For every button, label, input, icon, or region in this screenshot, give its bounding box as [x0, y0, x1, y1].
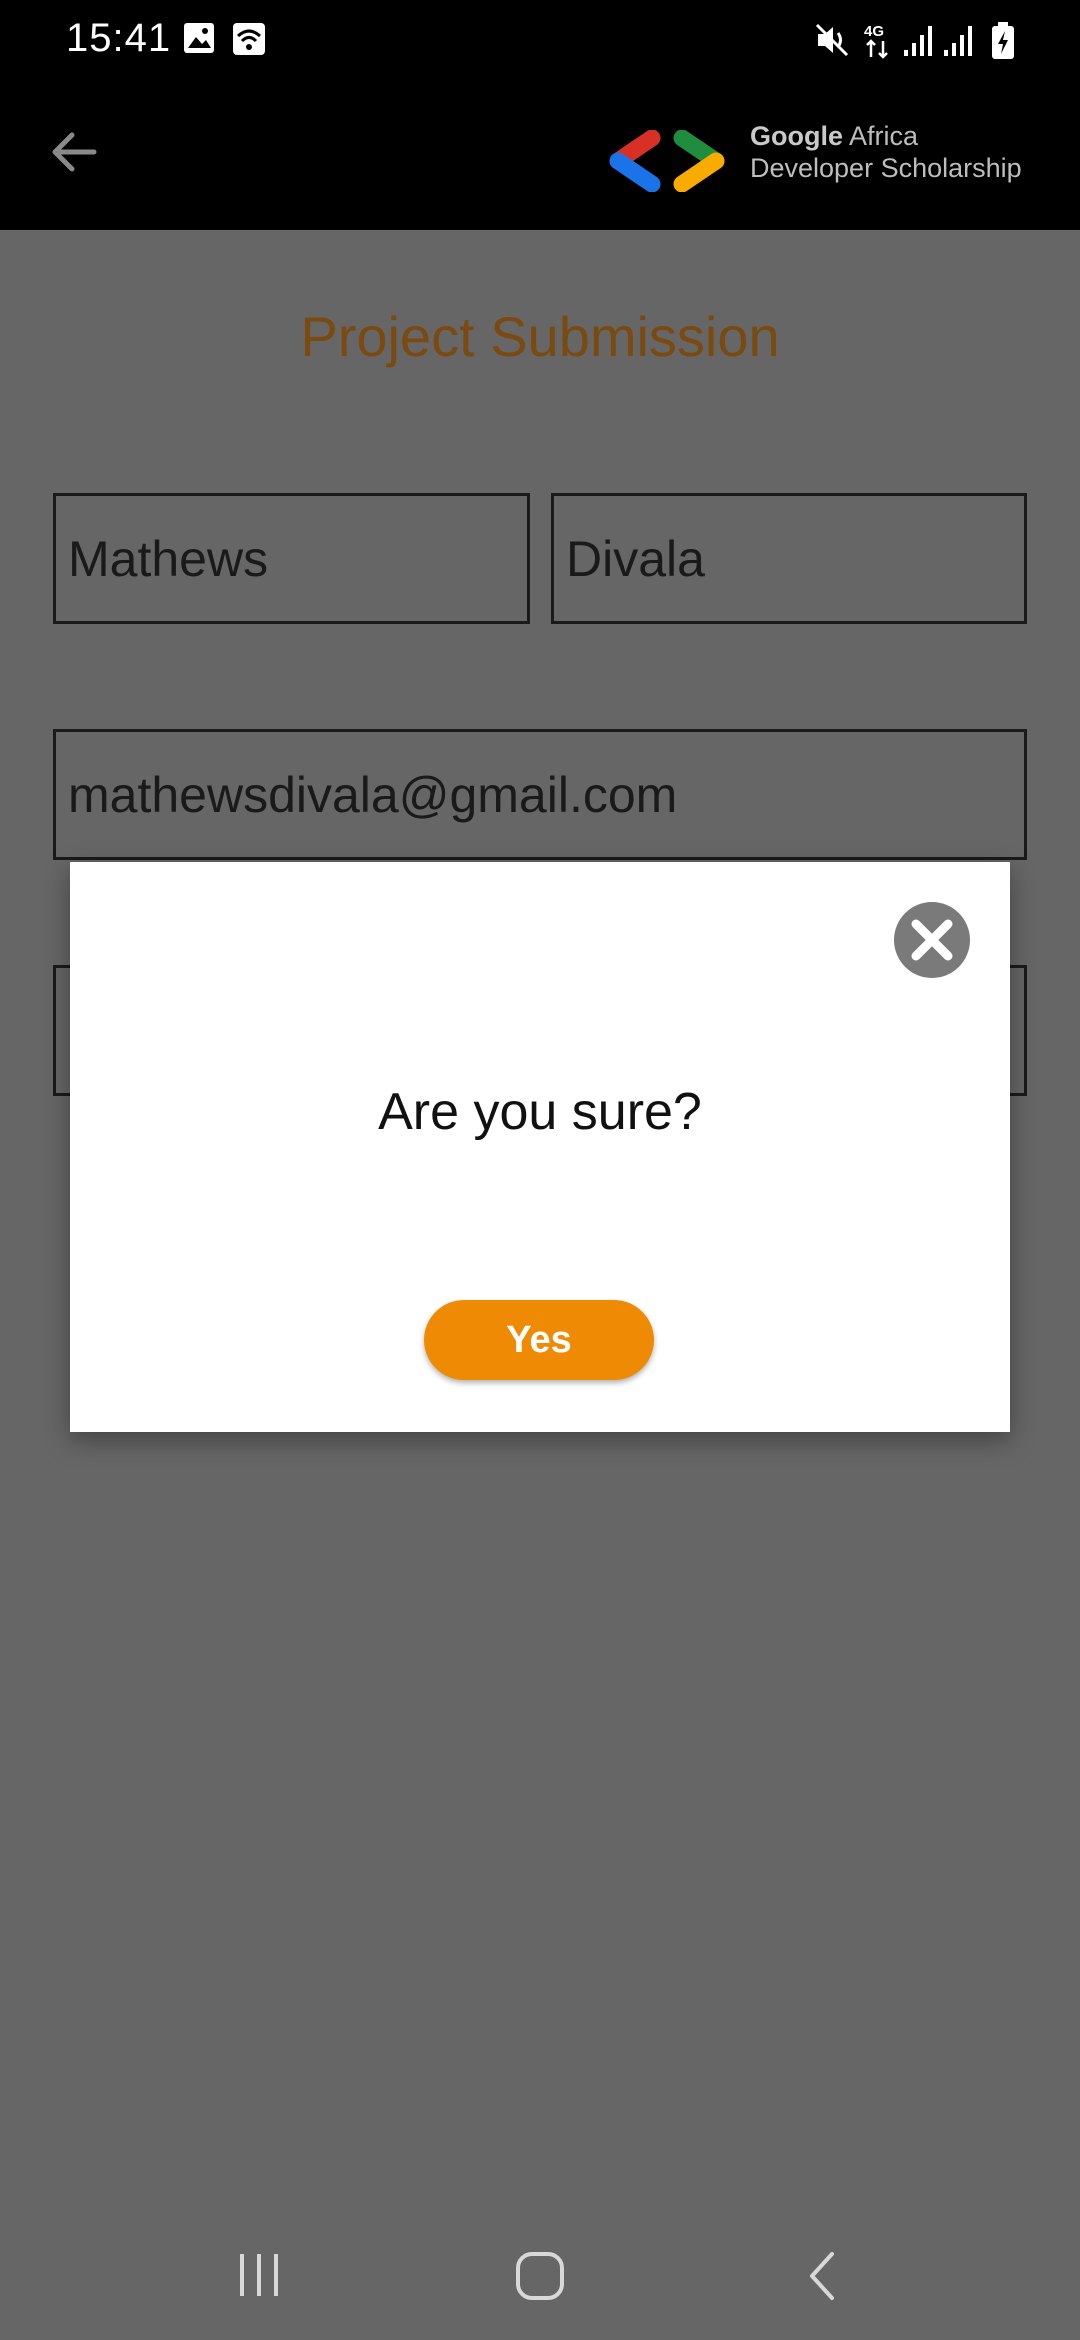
logo-brand: Google	[750, 121, 843, 151]
logo-text: Google Africa Developer Scholarship	[750, 120, 1022, 184]
home-icon[interactable]	[514, 2250, 566, 2302]
page-title: Project Submission	[300, 305, 780, 368]
signal-icon	[944, 26, 972, 56]
signal-icon	[904, 26, 932, 56]
wifi-icon	[233, 23, 265, 55]
svg-text:4G: 4G	[864, 23, 884, 40]
google-developers-logo-icon	[609, 130, 725, 192]
status-bar: 15:41 4G	[0, 0, 1080, 84]
image-icon	[184, 23, 214, 53]
close-icon[interactable]	[892, 900, 972, 980]
confirm-dialog: Are you sure? Yes	[70, 862, 1010, 1432]
system-nav-bar	[0, 2190, 1080, 2340]
last-name-field[interactable]: Divala	[551, 493, 1027, 624]
yes-button[interactable]: Yes	[424, 1300, 654, 1380]
first-name-field[interactable]: Mathews	[53, 493, 530, 624]
mute-icon	[815, 23, 849, 57]
battery-charging-icon	[992, 22, 1014, 59]
recents-icon[interactable]	[236, 2250, 286, 2300]
app-bar: Google Africa Developer Scholarship	[0, 84, 1080, 230]
back-icon[interactable]	[804, 2250, 840, 2302]
logo-line1: Africa	[843, 121, 919, 151]
email-field[interactable]: mathewsdivala@gmail.com	[53, 729, 1027, 860]
back-arrow-icon[interactable]	[48, 126, 100, 178]
status-time: 15:41	[66, 16, 172, 60]
dialog-message: Are you sure?	[378, 1083, 702, 1141]
logo-line2: Developer Scholarship	[750, 153, 1022, 183]
network-4g-icon: 4G	[864, 23, 888, 59]
